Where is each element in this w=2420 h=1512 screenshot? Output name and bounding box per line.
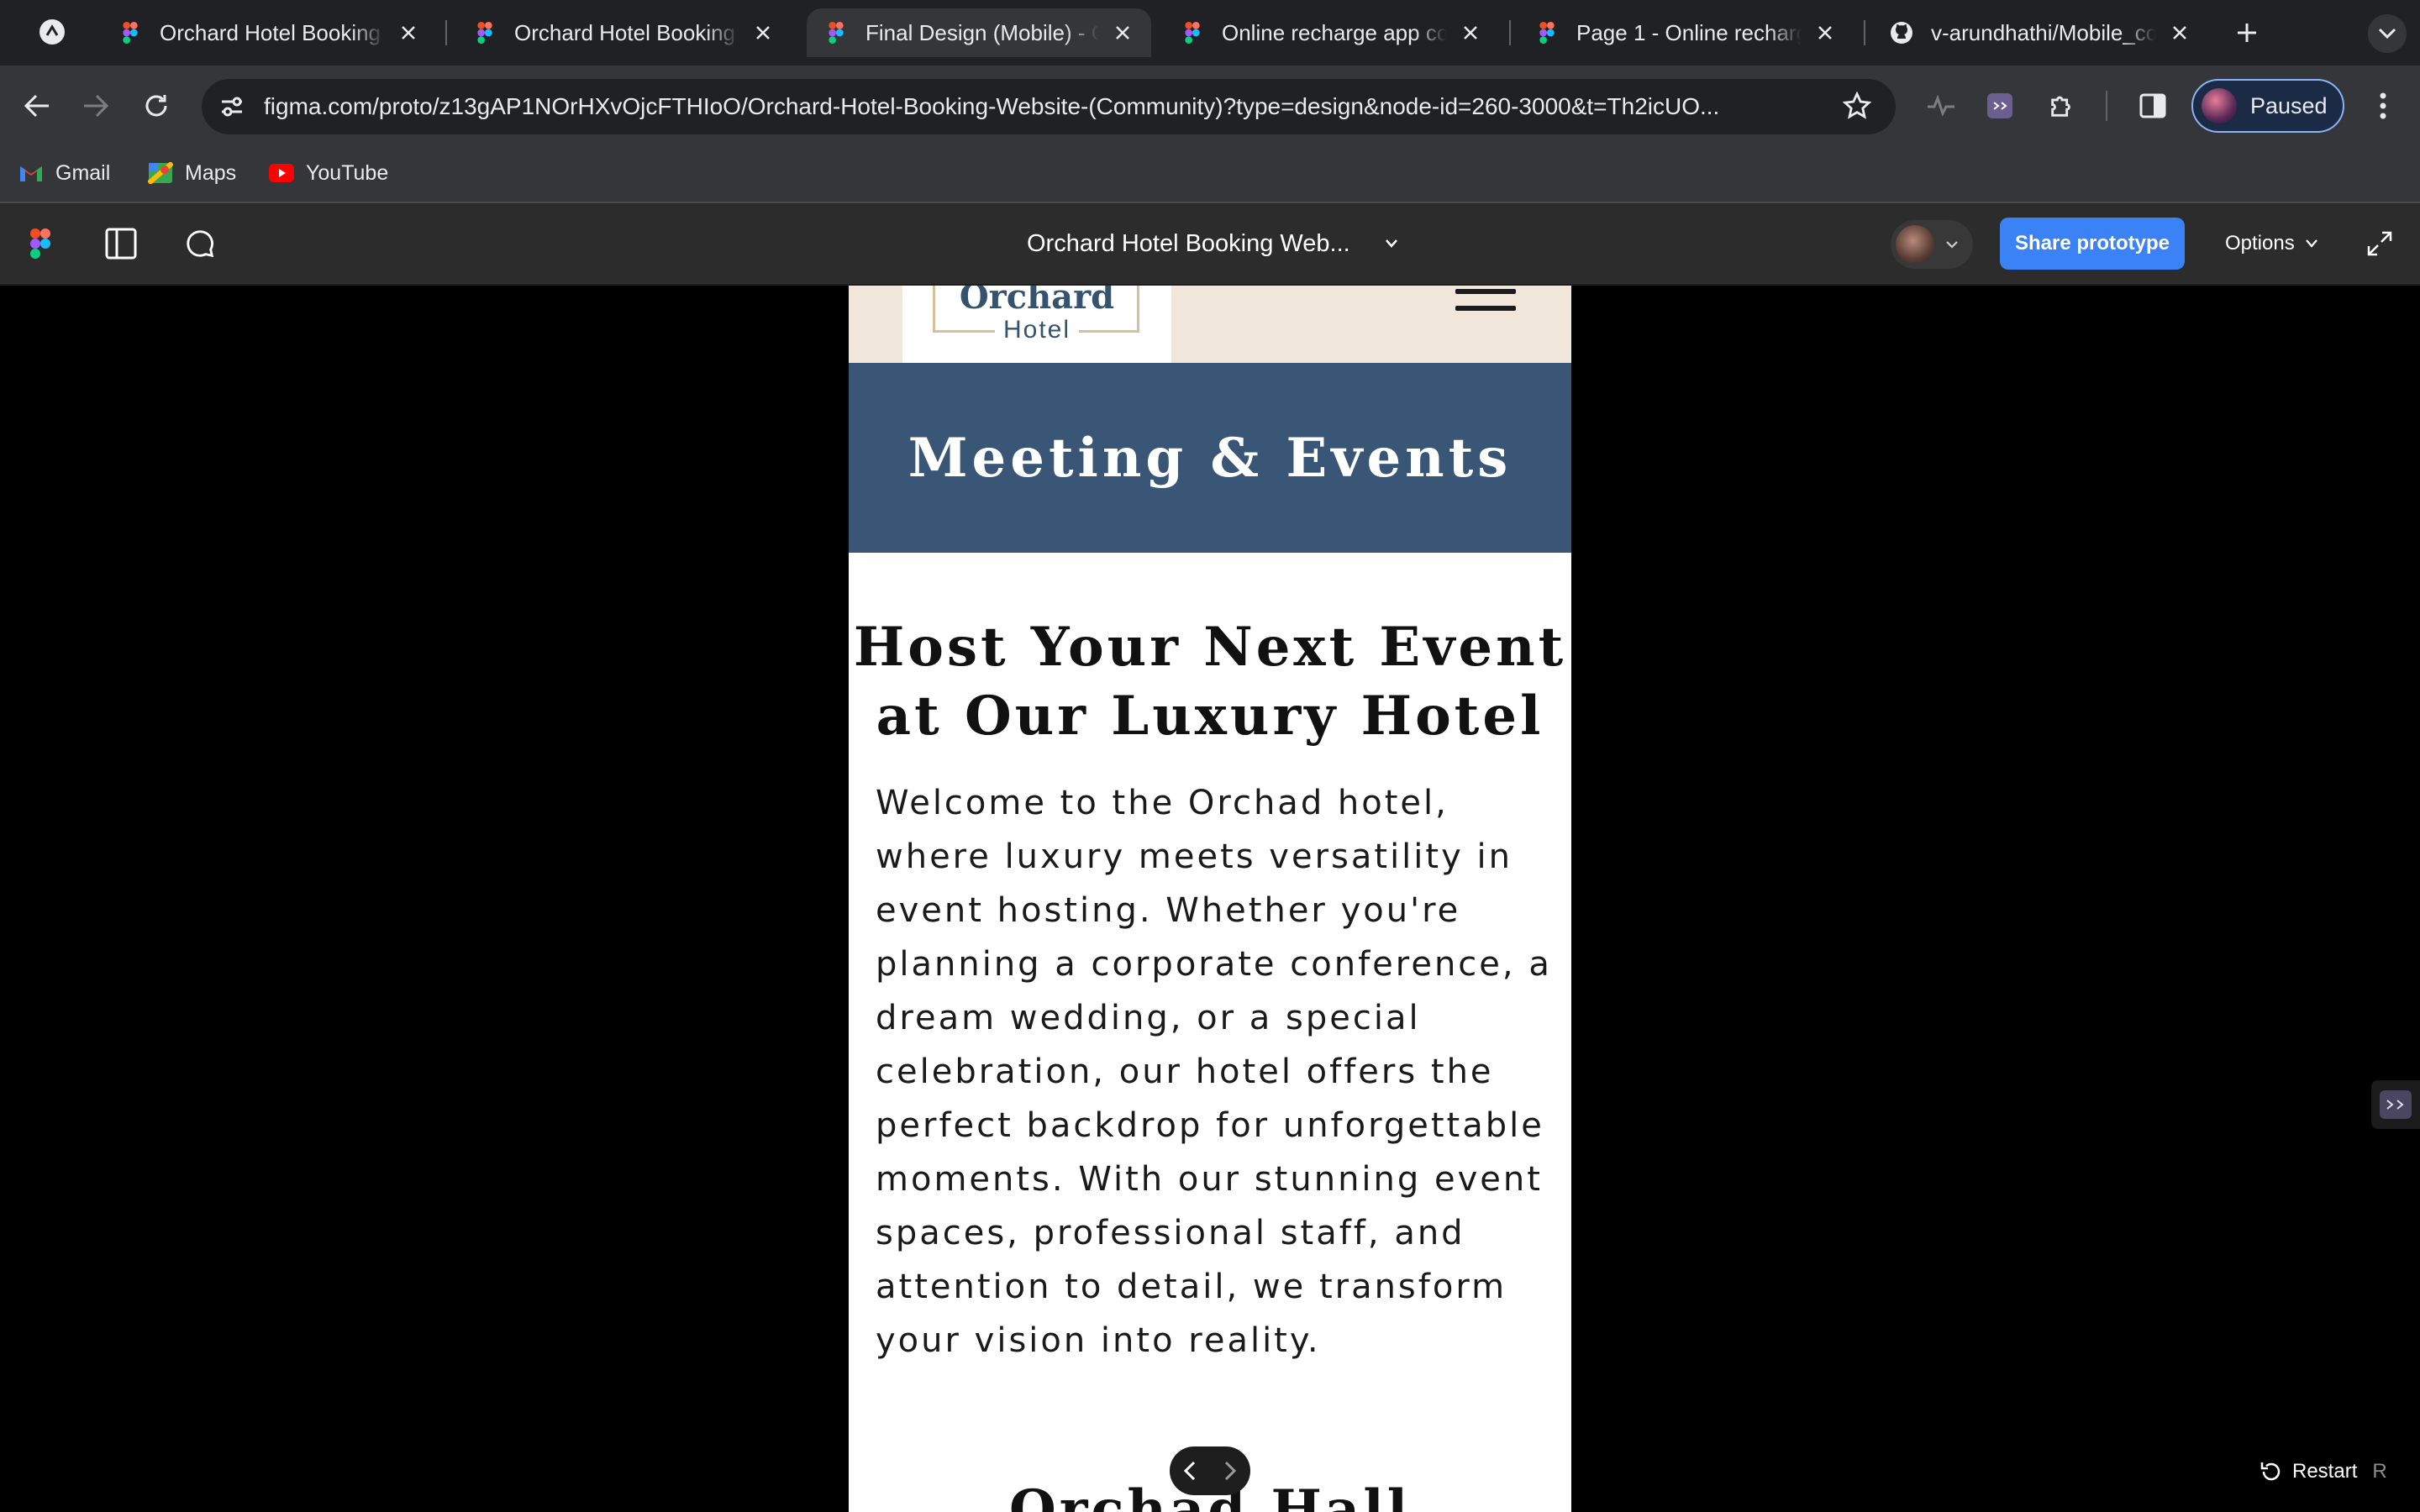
site-logo[interactable]: Orchard Hotel <box>902 286 1171 363</box>
logo-line-1: Orchard <box>959 286 1115 317</box>
prototype-navigation <box>1170 1446 1250 1495</box>
options-label: Options <box>2225 232 2295 255</box>
close-icon[interactable] <box>397 21 420 45</box>
tab-1[interactable]: Orchard Hotel Booking W <box>455 8 792 57</box>
more-menu-icon[interactable] <box>2365 87 2402 124</box>
figma-icon <box>123 22 138 44</box>
comment-icon[interactable] <box>182 225 218 262</box>
tab-title: Page 1 - Online recharge <box>1576 19 1802 45</box>
youtube-icon <box>269 164 294 182</box>
logo-line-2: Hotel <box>1002 316 1071 344</box>
restart-label: Restart <box>2292 1460 2358 1483</box>
figma-icon <box>829 22 844 44</box>
chevron-down-icon[interactable] <box>1373 225 1410 262</box>
figma-icon <box>1539 22 1555 44</box>
side-panel-icon[interactable] <box>2134 87 2171 124</box>
tab-title: Orchard Hotel Booking W <box>514 19 739 45</box>
tab-title: Orchard Hotel Booking W <box>160 19 385 45</box>
fullscreen-icon[interactable] <box>2361 225 2398 262</box>
tab-separator <box>445 20 447 45</box>
viewer-avatars[interactable] <box>1891 220 1973 269</box>
section-title: Host Your Next Event at Our Luxury Hotel <box>853 616 1567 748</box>
bookmark-label: Gmail <box>55 160 111 185</box>
figma-icon <box>477 22 492 44</box>
toolbar-divider <box>2106 91 2107 121</box>
section-body: Welcome to the Orchad hotel, where luxur… <box>876 784 1552 1360</box>
url-text[interactable]: figma.com/proto/z13gAP1NOrHXvOjcFTHIoO/O… <box>264 79 1860 134</box>
tab-separator <box>1509 20 1511 45</box>
hamburger-line <box>1455 306 1516 311</box>
tab-title: v-arundhathi/Mobile_con <box>1931 19 2156 45</box>
gmail-icon <box>20 166 42 181</box>
avatar <box>1896 225 1934 264</box>
extensions-puzzle-icon[interactable] <box>2044 87 2081 124</box>
extension-widget-icon[interactable] <box>2371 1080 2420 1129</box>
bookmark-label: YouTube <box>306 160 389 185</box>
file-title[interactable]: Orchard Hotel Booking Web... <box>1027 203 1350 284</box>
restart-shortcut: R <box>2372 1460 2387 1483</box>
close-icon[interactable] <box>2168 21 2191 45</box>
extension-app-icon[interactable] <box>1981 87 2018 124</box>
tab-4[interactable]: Page 1 - Online recharge <box>1518 8 1854 57</box>
chevron-down-icon <box>1946 241 1958 249</box>
site-header: Orchard Hotel <box>849 286 1571 363</box>
panel-toggle-icon[interactable] <box>103 225 139 262</box>
figma-icon <box>1185 22 1200 44</box>
maps-icon <box>148 162 173 184</box>
tab-list-chevron-icon[interactable] <box>2368 14 2407 53</box>
tab-separator <box>1864 20 1865 45</box>
bookmark-label: Maps <box>185 160 237 185</box>
chevron-down-icon <box>2305 239 2317 248</box>
prototype-mobile-frame[interactable]: Orchard Hotel Meeting & Events Host Your… <box>849 286 1571 1512</box>
previous-frame-icon[interactable] <box>1173 1454 1207 1488</box>
close-icon[interactable] <box>1111 21 1134 45</box>
profile-status-label: Paused <box>2250 92 2328 118</box>
browser-tab-bar: Orchard Hotel Booking W Orchard Hotel Bo… <box>0 0 2420 66</box>
close-icon[interactable] <box>1813 21 1837 45</box>
share-prototype-button[interactable]: Share prototype <box>2000 218 2185 270</box>
tab-search-icon[interactable] <box>34 13 71 50</box>
tab-3[interactable]: Online recharge app con <box>1163 8 1499 57</box>
bookmark-gmail[interactable]: Gmail <box>18 146 110 200</box>
figma-logo-icon[interactable] <box>22 225 59 262</box>
close-icon[interactable] <box>751 21 775 45</box>
new-tab-icon[interactable] <box>2228 14 2265 51</box>
avatar <box>2202 88 2237 123</box>
page-banner: Meeting & Events <box>849 363 1571 553</box>
restart-button[interactable]: Restart R <box>2259 1457 2387 1487</box>
profile-button[interactable]: Paused <box>2191 79 2344 133</box>
performance-icon[interactable] <box>1923 87 1960 124</box>
github-icon <box>1891 22 1912 44</box>
figma-prototype-toolbar: Orchard Hotel Booking Web... Share proto… <box>0 203 2420 286</box>
bookmarks-bar: Gmail Maps YouTube <box>0 146 2420 203</box>
site-settings-icon[interactable] <box>213 88 250 125</box>
browser-toolbar: figma.com/proto/z13gAP1NOrHXvOjcFTHIoO/O… <box>0 66 2420 146</box>
hamburger-line <box>1455 289 1516 294</box>
address-bar[interactable]: figma.com/proto/z13gAP1NOrHXvOjcFTHIoO/O… <box>202 79 1896 134</box>
bookmark-star-icon[interactable] <box>1839 87 1876 124</box>
tab-0[interactable]: Orchard Hotel Booking W <box>101 8 437 57</box>
tab-title: Final Design (Mobile) - O <box>865 19 1099 45</box>
next-frame-icon[interactable] <box>1213 1454 1247 1488</box>
bookmark-maps[interactable]: Maps <box>148 146 236 200</box>
bookmark-youtube[interactable]: YouTube <box>269 146 388 200</box>
forward-arrow-icon[interactable] <box>77 87 114 124</box>
tab-2-active[interactable]: Final Design (Mobile) - O <box>807 8 1151 57</box>
reload-icon[interactable] <box>138 87 175 124</box>
back-arrow-icon[interactable] <box>18 87 55 124</box>
options-menu[interactable]: Options <box>2225 203 2318 284</box>
restart-icon <box>2260 1462 2281 1481</box>
tab-title: Online recharge app con <box>1222 19 1447 45</box>
banner-title: Meeting & Events <box>908 426 1512 490</box>
tab-5[interactable]: v-arundhathi/Mobile_con <box>1872 8 2208 57</box>
hamburger-menu-icon[interactable] <box>1455 286 1519 316</box>
close-icon[interactable] <box>1459 21 1482 45</box>
